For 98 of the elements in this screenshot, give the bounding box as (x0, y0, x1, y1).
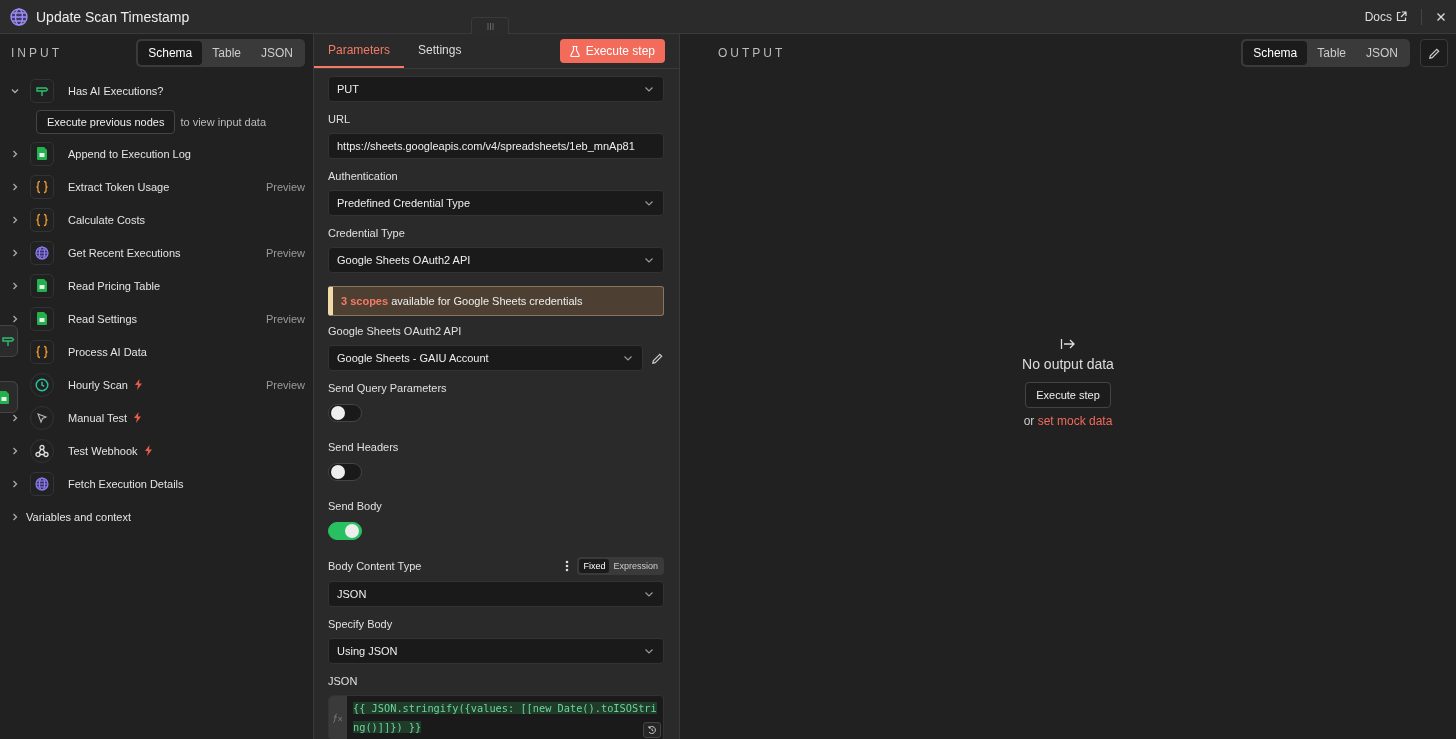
execute-step-button[interactable]: Execute step (1025, 382, 1111, 408)
toggle-switch[interactable] (328, 404, 362, 422)
signpost-icon (1, 334, 15, 348)
view-tab[interactable]: JSON (1356, 41, 1408, 65)
view-tab[interactable]: JSON (251, 41, 303, 65)
webhook-icon (35, 443, 49, 458)
lightning-icon (133, 412, 143, 423)
node-name[interactable]: Hourly Scan (68, 378, 128, 391)
url-field[interactable]: https://sheets.googleapis.com/v4/spreadsheets/1eb_mnAp81 (328, 133, 664, 159)
more-icon[interactable] (565, 560, 570, 572)
chevron-icon[interactable] (10, 313, 20, 324)
panel-title: OUTPUT (718, 46, 786, 60)
mock-data-link[interactable]: set mock data (1037, 414, 1113, 428)
node-name[interactable]: Calculate Costs (68, 213, 146, 226)
code-editor[interactable]: {{ JSON.stringify({values: [[new Date().toISOString()]]}) }} (328, 695, 664, 739)
chevron-icon[interactable] (10, 445, 20, 456)
grip-icon (486, 22, 494, 30)
spreadsheet-icon (37, 279, 47, 292)
chevron-icon[interactable] (10, 478, 20, 489)
chevron-icon[interactable] (10, 181, 20, 192)
select-field[interactable]: Using JSON (328, 638, 664, 664)
node-name[interactable]: Append to Execution Log (68, 147, 191, 160)
cursor-icon (36, 411, 48, 424)
preview-label[interactable]: Preview (265, 378, 305, 391)
braces-icon (35, 212, 49, 227)
arrow-icon (1060, 338, 1076, 350)
docs-link[interactable]: Docs (1364, 9, 1407, 24)
spreadsheet-icon (0, 390, 9, 404)
pencil-icon (1427, 46, 1441, 60)
globe-icon (10, 7, 28, 26)
select-field[interactable]: JSON (328, 581, 664, 607)
node-name[interactable]: Fetch Execution Details (68, 477, 184, 490)
panel-tab[interactable]: Parameters (314, 34, 405, 68)
chevron-icon[interactable] (10, 511, 20, 522)
variables-item[interactable]: Variables and context (26, 510, 131, 523)
mode-tab[interactable]: Fixed (579, 559, 610, 573)
field-label: URL (328, 112, 351, 127)
chevron-icon[interactable] (10, 412, 20, 423)
field-label: Send Headers (328, 440, 400, 455)
field-label: Authentication (328, 169, 399, 184)
field-label: Google Sheets OAuth2 API (328, 324, 463, 339)
chevron-icon[interactable] (10, 280, 20, 291)
node-name[interactable]: Extract Token Usage (68, 180, 170, 193)
panel-title: INPUT (11, 46, 62, 60)
field-label: Send Query Parameters (328, 381, 448, 396)
scopes-notice: 3 scopes available for Google Sheets credentials (328, 286, 664, 316)
external-link-icon (1396, 11, 1407, 22)
braces-icon (35, 179, 49, 194)
execute-previous-button[interactable]: Execute previous nodes (36, 110, 176, 134)
hint-text: to view input data (180, 116, 267, 128)
field-label: Specify Body (328, 617, 394, 632)
view-tab[interactable]: Table (1307, 41, 1356, 65)
select-field[interactable]: Google Sheets - GAIU Account (328, 345, 643, 371)
window-title: Update Scan Timestamp (36, 8, 190, 25)
braces-icon (35, 344, 49, 359)
mock-data-text: or set mock data (1023, 414, 1113, 428)
node-name[interactable]: Has AI Executions? (68, 84, 164, 97)
flask-icon (569, 45, 580, 57)
lightning-icon (143, 445, 153, 456)
drag-handle[interactable] (471, 17, 509, 34)
edit-button[interactable] (1420, 39, 1448, 67)
node-name[interactable]: Read Settings (68, 312, 138, 325)
node-name[interactable]: Process AI Data (68, 345, 147, 358)
preview-label[interactable]: Preview (265, 312, 305, 325)
chevron-icon[interactable] (10, 214, 20, 225)
preview-label[interactable]: Preview (265, 246, 305, 259)
view-tab[interactable]: Schema (138, 41, 203, 65)
chevron-icon[interactable] (10, 247, 20, 258)
spreadsheet-icon (37, 147, 47, 160)
field-label: Send Body (328, 499, 383, 514)
lightning-icon (133, 379, 143, 390)
select-field[interactable]: Google Sheets OAuth2 API (328, 247, 664, 273)
node-name[interactable]: Test Webhook (68, 444, 138, 457)
pencil-icon (651, 351, 664, 365)
view-tab[interactable]: Schema (1243, 41, 1308, 65)
node-name[interactable]: Read Pricing Table (68, 279, 161, 292)
field-label: JSON (328, 674, 359, 689)
field-label: Credential Type (328, 226, 406, 241)
select-field[interactable]: PUT (328, 76, 664, 102)
select-field[interactable]: Predefined Credential Type (328, 190, 664, 216)
spreadsheet-icon (37, 312, 47, 325)
node-name[interactable]: Manual Test (68, 411, 128, 424)
restore-icon[interactable] (647, 725, 657, 735)
empty-title: No output data (1022, 356, 1114, 372)
toggle-switch[interactable] (328, 463, 362, 481)
view-tab[interactable]: Table (202, 41, 251, 65)
function-icon (332, 713, 344, 723)
mode-tab[interactable]: Expression (609, 559, 662, 573)
toggle-switch[interactable] (328, 522, 362, 540)
close-icon[interactable] (1436, 11, 1446, 22)
preview-label[interactable]: Preview (265, 180, 305, 193)
chevron-icon[interactable] (10, 148, 20, 159)
globe-icon (35, 245, 49, 260)
field-label: Body Content Type (328, 559, 422, 574)
globe-icon (35, 476, 49, 491)
clock-icon (35, 377, 49, 392)
panel-tab[interactable]: Settings (404, 34, 476, 68)
node-name[interactable]: Get Recent Executions (68, 246, 181, 259)
